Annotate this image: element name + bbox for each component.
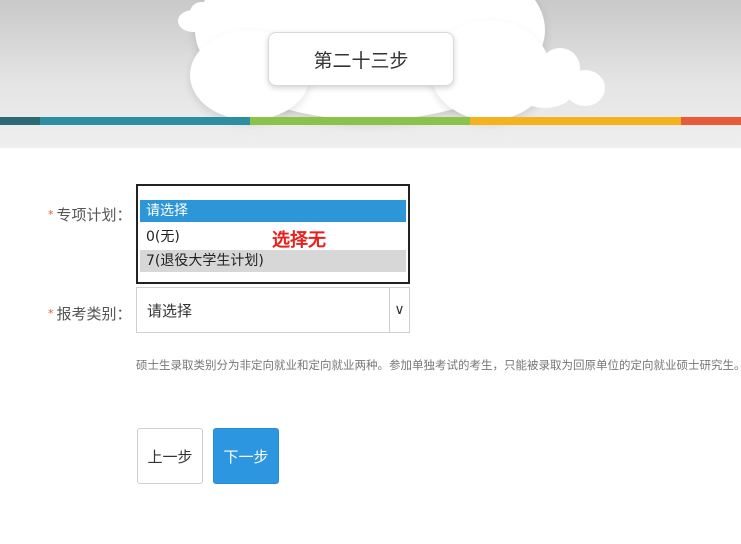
cloud-decoration [190, 2, 212, 24]
required-star: * [48, 307, 54, 320]
stripe-segment [0, 117, 40, 125]
exam-category-value: 请选择 [147, 302, 193, 320]
header-banner: 第二十三步 [0, 0, 741, 148]
special-plan-option[interactable]: 7(退役大学生计划) [140, 250, 406, 272]
prev-step-button[interactable]: 上一步 [137, 428, 203, 484]
required-star: * [48, 208, 54, 221]
special-plan-label: * 专项计划： [48, 206, 132, 224]
stripe-segment [40, 117, 250, 125]
annotation-text: 选择无 [272, 230, 326, 251]
step-title: 第二十三步 [268, 32, 454, 86]
cloud-decoration [565, 70, 605, 106]
color-stripe [0, 117, 741, 125]
stripe-segment [681, 117, 741, 125]
category-note: 硕士生录取类别分为非定向就业和定向就业两种。参加单独考试的考生，只能被录取为回原… [136, 358, 741, 372]
stripe-segment [470, 117, 681, 125]
chevron-down-icon[interactable]: ∨ [389, 288, 409, 332]
exam-category-label: * 报考类别： [48, 305, 132, 323]
special-plan-option[interactable]: 请选择 [140, 200, 406, 222]
next-step-button[interactable]: 下一步 [213, 428, 279, 484]
stripe-segment [250, 117, 470, 125]
exam-category-select[interactable]: 请选择 ∨ [136, 287, 410, 333]
